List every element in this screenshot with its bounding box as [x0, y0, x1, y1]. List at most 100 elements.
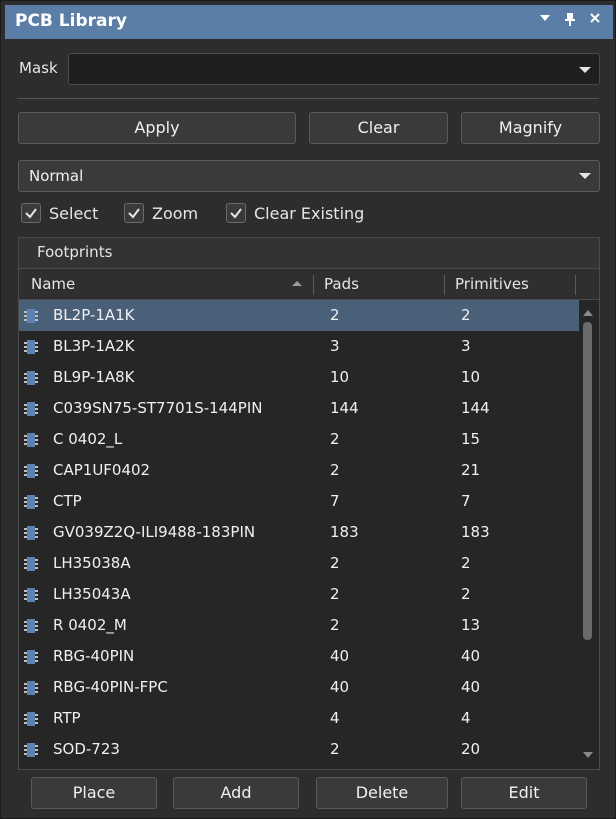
- column-header-name[interactable]: Name: [31, 275, 75, 293]
- chevron-down-icon[interactable]: [579, 67, 591, 73]
- cell-pads: 10: [330, 368, 350, 386]
- footprint-chip-icon: [23, 308, 39, 324]
- apply-button[interactable]: Apply: [18, 112, 296, 144]
- table-header: Name Pads Primitives: [19, 269, 599, 300]
- cell-name: C 0402_L: [53, 430, 123, 448]
- cell-name: BL3P-1A2K: [53, 337, 135, 355]
- pin-icon[interactable]: [561, 12, 579, 30]
- footprint-chip-icon: [23, 649, 39, 665]
- cell-pads: 2: [330, 616, 340, 634]
- column-header-pads[interactable]: Pads: [324, 275, 359, 293]
- cell-name: RTP: [53, 709, 81, 727]
- cell-pads: 40: [330, 647, 350, 665]
- table-row[interactable]: GV039Z2Q-ILI9488-183PIN 183 183: [19, 517, 579, 548]
- table-row[interactable]: LH35043A 2 2: [19, 579, 579, 610]
- table-row[interactable]: LH35038A 2 2: [19, 548, 579, 579]
- cell-pads: 2: [330, 585, 340, 603]
- edit-button[interactable]: Edit: [461, 777, 587, 809]
- table-row[interactable]: RBG-40PIN-FPC 40 40: [19, 672, 579, 703]
- mask-input[interactable]: [68, 53, 600, 85]
- pcb-library-panel: PCB Library Mask Apply Clear Magnify Nor…: [0, 0, 616, 819]
- column-divider[interactable]: [444, 275, 445, 295]
- column-divider[interactable]: [575, 275, 576, 295]
- footprint-chip-icon: [23, 525, 39, 541]
- close-icon[interactable]: [586, 12, 604, 30]
- column-header-primitives[interactable]: Primitives: [455, 275, 529, 293]
- checkbox-checked-icon[interactable]: [124, 203, 144, 223]
- table-row[interactable]: BL9P-1A8K 10 10: [19, 362, 579, 393]
- cell-name: GV039Z2Q-ILI9488-183PIN: [53, 523, 256, 541]
- cell-primitives: 21: [461, 461, 481, 479]
- table-row[interactable]: CTP 7 7: [19, 486, 579, 517]
- select-checkbox[interactable]: Select: [21, 202, 111, 226]
- cell-primitives: 40: [461, 678, 481, 696]
- table-row[interactable]: CAP1UF0402 2 21: [19, 455, 579, 486]
- footprint-chip-icon: [23, 339, 39, 355]
- cell-name: RBG-40PIN-FPC: [53, 678, 168, 696]
- cell-primitives: 4: [461, 709, 471, 727]
- cell-name: LH35038A: [53, 554, 131, 572]
- delete-button[interactable]: Delete: [316, 777, 448, 809]
- footprint-chip-icon: [23, 742, 39, 758]
- cell-name: BL2P-1A1K: [53, 306, 135, 324]
- cell-primitives: 13: [461, 616, 481, 634]
- cell-pads: 7: [330, 492, 340, 510]
- column-divider[interactable]: [313, 275, 314, 295]
- scrollbar-thumb[interactable]: [583, 322, 592, 640]
- panel-titlebar: PCB Library: [5, 5, 613, 39]
- table-row[interactable]: R 0402_M 2 13: [19, 610, 579, 641]
- cell-pads: 4: [330, 709, 340, 727]
- cell-name: BL9P-1A8K: [53, 368, 135, 386]
- place-button[interactable]: Place: [31, 777, 157, 809]
- cell-primitives: 7: [461, 492, 471, 510]
- magnify-button[interactable]: Magnify: [461, 112, 600, 144]
- table-row[interactable]: C039SN75-ST7701S-144PIN 144 144: [19, 393, 579, 424]
- clear-button[interactable]: Clear: [309, 112, 448, 144]
- table-row[interactable]: C 0402_L 2 15: [19, 424, 579, 455]
- footprint-chip-icon: [23, 711, 39, 727]
- cell-primitives: 10: [461, 368, 481, 386]
- footprints-group: Footprints Name Pads Primitives BL2P-1A1…: [18, 237, 600, 770]
- cell-pads: 144: [330, 399, 359, 417]
- dropdown-icon[interactable]: [536, 12, 554, 30]
- table-row[interactable]: RBG-40PIN 40 40: [19, 641, 579, 672]
- table-row[interactable]: RTP 4 4: [19, 703, 579, 734]
- footprint-chip-icon: [23, 680, 39, 696]
- cell-primitives: 3: [461, 337, 471, 355]
- cell-primitives: 183: [461, 523, 490, 541]
- add-button[interactable]: Add: [173, 777, 299, 809]
- zoom-checkbox[interactable]: Zoom: [124, 202, 214, 226]
- footprint-chip-icon: [23, 587, 39, 603]
- vertical-scrollbar[interactable]: [579, 300, 597, 768]
- table-row[interactable]: SOD-723 2 20: [19, 734, 579, 765]
- checkbox-checked-icon[interactable]: [226, 203, 246, 223]
- cell-name: CAP1UF0402: [53, 461, 151, 479]
- cell-primitives: 2: [461, 585, 471, 603]
- footprint-chip-icon: [23, 401, 39, 417]
- cell-pads: 183: [330, 523, 359, 541]
- mode-select[interactable]: Normal: [18, 160, 600, 192]
- cell-pads: 3: [330, 337, 340, 355]
- cell-name: LH35043A: [53, 585, 131, 603]
- cell-primitives: 15: [461, 430, 481, 448]
- cell-pads: 2: [330, 461, 340, 479]
- scroll-down-icon[interactable]: [583, 752, 593, 758]
- scroll-up-icon[interactable]: [583, 310, 593, 316]
- footprint-chip-icon: [23, 463, 39, 479]
- cell-pads: 2: [330, 554, 340, 572]
- cell-name: CTP: [53, 492, 82, 510]
- cell-name: R 0402_M: [53, 616, 127, 634]
- chevron-down-icon[interactable]: [579, 173, 591, 179]
- clear-existing-checkbox-label: Clear Existing: [254, 204, 365, 223]
- checkbox-checked-icon[interactable]: [21, 203, 41, 223]
- clear-existing-checkbox[interactable]: Clear Existing: [226, 202, 376, 226]
- cell-primitives: 2: [461, 554, 471, 572]
- separator: [17, 98, 599, 99]
- table-row[interactable]: BL2P-1A1K 2 2: [19, 300, 579, 331]
- footprint-chip-icon: [23, 618, 39, 634]
- mask-label: Mask: [19, 59, 58, 77]
- panel-title: PCB Library: [15, 11, 127, 31]
- mode-select-value: Normal: [29, 167, 84, 185]
- table-row[interactable]: BL3P-1A2K 3 3: [19, 331, 579, 362]
- cell-pads: 2: [330, 740, 340, 758]
